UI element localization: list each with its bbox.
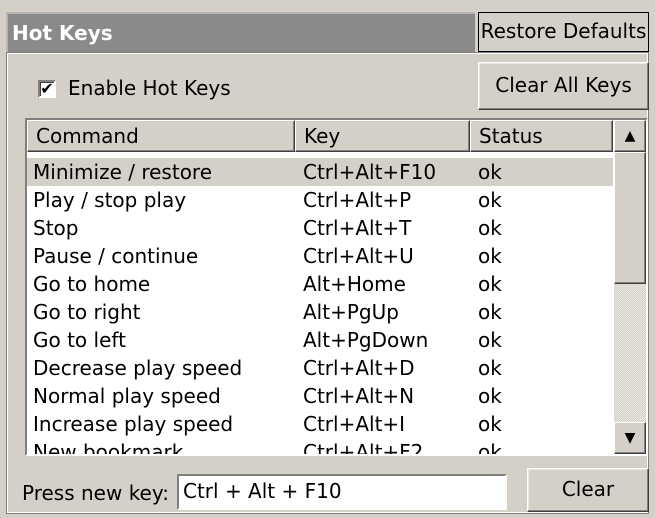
command-cell: Play / stop play xyxy=(33,188,187,212)
key-cell: Ctrl+Alt+T xyxy=(303,216,412,240)
table-row[interactable]: Go to home Alt+Home ok xyxy=(27,270,613,298)
panel-header: Hot Keys xyxy=(6,12,475,52)
clear-button[interactable]: Clear xyxy=(527,468,649,512)
column-header-status[interactable]: Status xyxy=(470,120,613,152)
key-cell: Alt+PgUp xyxy=(303,300,399,324)
enable-hotkeys-checkbox[interactable]: ✔ xyxy=(38,80,56,98)
table-row[interactable]: Increase play speed Ctrl+Alt+I ok xyxy=(27,410,613,438)
enable-hotkeys-label[interactable]: Enable Hot Keys xyxy=(68,76,231,100)
command-cell: New bookmark xyxy=(33,440,184,456)
table-row[interactable]: Go to left Alt+PgDown ok xyxy=(27,326,613,354)
column-header-command[interactable]: Command xyxy=(27,120,295,152)
status-cell: ok xyxy=(478,384,502,408)
table-row[interactable]: Go to right Alt+PgUp ok xyxy=(27,298,613,326)
list-rows: Minimize / restore Ctrl+Alt+F10 ok Play / s… xyxy=(27,158,613,456)
command-cell: Increase play speed xyxy=(33,412,234,436)
key-cell: Ctrl+Alt+P xyxy=(303,188,412,212)
command-cell: Go to right xyxy=(33,300,141,324)
restore-defaults-label: Restore Defaults xyxy=(480,19,647,43)
table-row[interactable]: Normal play speed Ctrl+Alt+N ok xyxy=(27,382,613,410)
key-cell: Alt+PgDown xyxy=(303,328,429,352)
table-row[interactable]: Decrease play speed Ctrl+Alt+D ok xyxy=(27,354,613,382)
command-cell: Stop xyxy=(33,216,79,240)
status-cell: ok xyxy=(478,328,502,352)
clear-all-keys-label: Clear All Keys xyxy=(495,73,632,97)
table-row[interactable]: Minimize / restore Ctrl+Alt+F10 ok xyxy=(27,158,613,186)
table-row[interactable]: Play / stop play Ctrl+Alt+P ok xyxy=(27,186,613,214)
table-row[interactable]: New bookmark Ctrl+Alt+F2 ok xyxy=(27,438,613,456)
status-cell: ok xyxy=(478,188,502,212)
command-cell: Normal play speed xyxy=(33,384,221,408)
key-cell: Ctrl+Alt+U xyxy=(303,244,414,268)
command-cell: Go to left xyxy=(33,328,126,352)
press-new-key-label: Press new key: xyxy=(22,481,169,505)
key-cell: Ctrl+Alt+D xyxy=(303,356,415,380)
command-cell: Pause / continue xyxy=(33,244,199,268)
table-row[interactable]: Pause / continue Ctrl+Alt+U ok xyxy=(27,242,613,270)
new-key-input[interactable]: Ctrl + Alt + F10 xyxy=(177,474,507,510)
status-cell: ok xyxy=(478,412,502,436)
panel-title: Hot Keys xyxy=(12,21,113,45)
status-cell: ok xyxy=(478,216,502,240)
restore-defaults-button[interactable]: Restore Defaults xyxy=(478,12,649,52)
command-cell: Decrease play speed xyxy=(33,356,243,380)
list-header: Command Key Status xyxy=(27,120,613,152)
table-row[interactable]: Stop Ctrl+Alt+T ok xyxy=(27,214,613,242)
status-cell: ok xyxy=(478,440,502,456)
status-cell: ok xyxy=(478,272,502,296)
scroll-down-icon[interactable]: ▼ xyxy=(614,422,646,454)
column-header-key[interactable]: Key xyxy=(295,120,470,152)
hotkeys-list[interactable]: Command Key Status Minimize / restore Ctr… xyxy=(25,118,648,456)
key-cell: Alt+Home xyxy=(303,272,406,296)
vertical-scrollbar[interactable]: ▲ ▼ xyxy=(614,120,646,454)
command-cell: Minimize / restore xyxy=(33,160,213,184)
clear-all-keys-button[interactable]: Clear All Keys xyxy=(478,62,649,110)
status-cell: ok xyxy=(478,160,502,184)
scroll-thumb[interactable] xyxy=(614,152,646,284)
status-cell: ok xyxy=(478,300,502,324)
key-cell: Ctrl+Alt+N xyxy=(303,384,415,408)
key-cell: Ctrl+Alt+I xyxy=(303,412,406,436)
status-cell: ok xyxy=(478,244,502,268)
key-cell: Ctrl+Alt+F10 xyxy=(303,160,437,184)
scroll-up-icon[interactable]: ▲ xyxy=(614,120,646,152)
key-cell: Ctrl+Alt+F2 xyxy=(303,440,424,456)
command-cell: Go to home xyxy=(33,272,151,296)
clear-label: Clear xyxy=(561,477,615,501)
status-cell: ok xyxy=(478,356,502,380)
